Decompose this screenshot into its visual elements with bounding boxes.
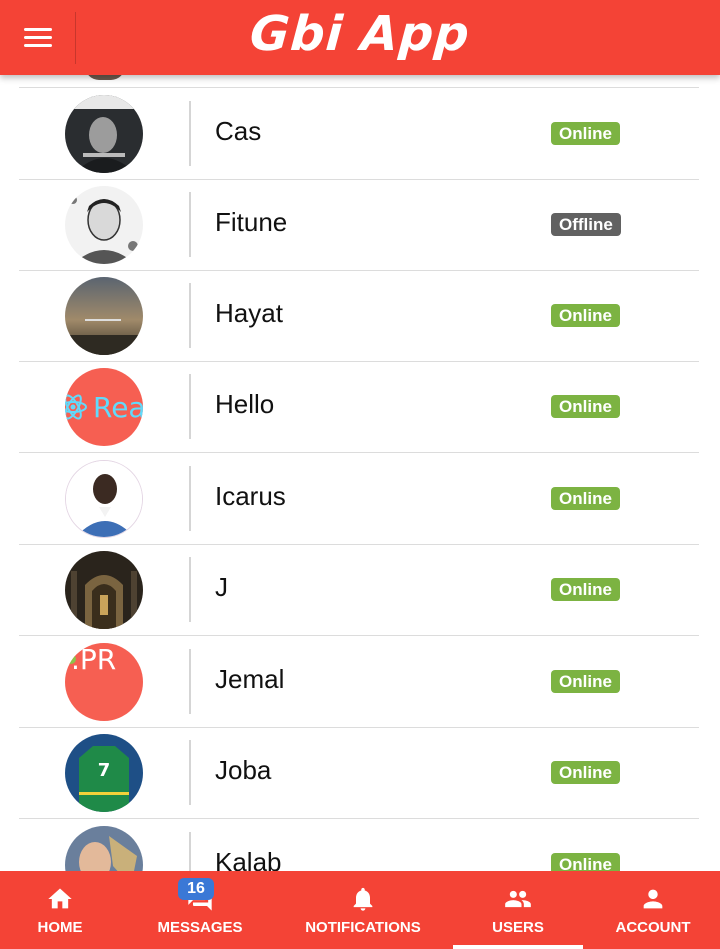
row-divider [189, 192, 191, 257]
user-name: Jemal [215, 664, 285, 694]
status-badge: Online [551, 122, 620, 145]
row-divider [189, 101, 191, 166]
list-item[interactable]: J Online [19, 544, 699, 636]
avatar: Rea [65, 368, 143, 446]
avatar [65, 460, 143, 538]
nav-messages[interactable]: 16 MESSAGES [120, 871, 280, 949]
user-name: Cas [215, 116, 262, 146]
avatar [65, 551, 143, 629]
avatar: 7 [65, 734, 143, 812]
avatar-text: .PR [71, 643, 116, 676]
avatar: .PR [65, 643, 143, 721]
user-name: Fitune [215, 207, 288, 237]
row-divider [189, 649, 191, 714]
list-item[interactable]: Rea Hello Online [19, 361, 699, 453]
list-item[interactable]: Cas Online [19, 88, 699, 180]
people-icon [505, 890, 531, 908]
jersey-number: 7 [98, 760, 111, 781]
status-badge: Offline [551, 213, 621, 236]
messages-count-badge: 16 [178, 878, 214, 900]
nav-label: NOTIFICATIONS [305, 919, 421, 936]
nav-account[interactable]: ACCOUNT [590, 871, 716, 949]
user-name: Hayat [215, 298, 283, 328]
home-icon [48, 888, 72, 909]
row-divider [189, 283, 191, 348]
list-item[interactable]: Icarus Online [19, 453, 699, 545]
user-name: Hello [215, 389, 275, 419]
user-name: J [215, 572, 228, 602]
avatar [65, 277, 143, 355]
avatar [65, 186, 143, 264]
avatar [65, 95, 143, 173]
user-name: Icarus [215, 481, 286, 511]
nav-label: HOME [37, 919, 83, 936]
row-divider [189, 740, 191, 805]
app-header: Gbi App [0, 0, 720, 75]
svg-text:Rea: Rea [93, 391, 143, 424]
nav-label: MESSAGES [157, 919, 243, 936]
row-divider [189, 557, 191, 622]
nav-notifications[interactable]: NOTIFICATIONS [280, 871, 446, 949]
bottom-navigation: HOME 16 MESSAGES NOTIFICATIONS USERS ACC… [0, 871, 720, 949]
user-name: Joba [215, 755, 272, 785]
list-item[interactable]: Fitune Offline [19, 179, 699, 271]
list-item[interactable]: .PR Jemal Online [19, 636, 699, 728]
nav-label: ACCOUNT [615, 919, 691, 936]
app-title: Gbi App [248, 6, 472, 62]
nav-label: USERS [492, 919, 544, 936]
list-item[interactable]: 7 Joba Online [19, 727, 699, 819]
bell-icon [353, 887, 373, 911]
row-divider [189, 374, 191, 439]
status-badge: Online [551, 670, 620, 693]
active-tab-indicator [453, 945, 583, 949]
person-icon [643, 889, 663, 909]
status-badge: Online [551, 304, 620, 327]
status-badge: Online [551, 395, 620, 418]
nav-home[interactable]: HOME [0, 871, 120, 949]
row-divider [189, 466, 191, 531]
status-badge: Online [551, 578, 620, 601]
status-badge: Online [551, 487, 620, 510]
nav-users[interactable]: USERS [453, 871, 583, 949]
status-badge: Online [551, 761, 620, 784]
list-item[interactable]: Hayat Online [19, 270, 699, 362]
